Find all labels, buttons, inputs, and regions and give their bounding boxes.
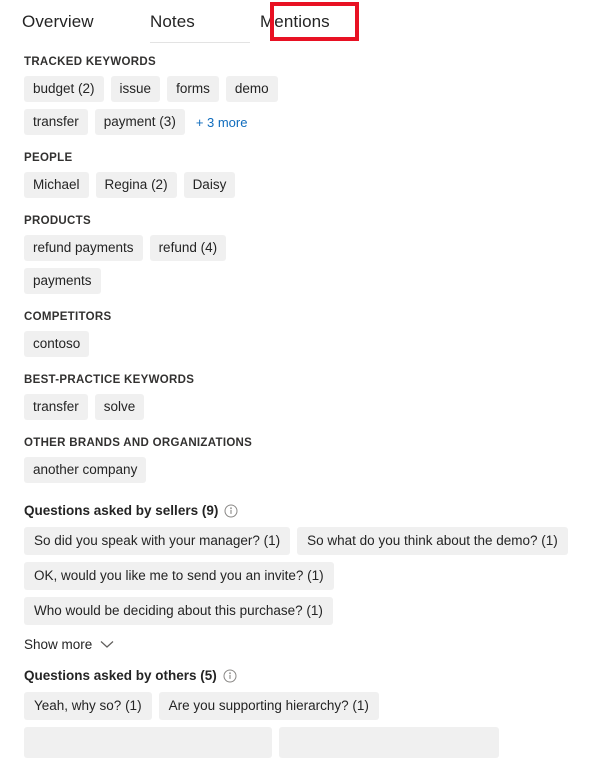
chip-row: another company [24,457,600,483]
show-more-keywords-link[interactable]: + 3 more [192,113,252,132]
section-competitors: COMPETITORS contoso [24,311,600,357]
best-practice-chip[interactable]: solve [94,394,145,420]
tab-strip: Overview Notes Mentions [0,0,600,44]
section-best-practice-keywords: BEST-PRACTICE KEYWORDS transfer solve [24,374,600,420]
section-title: PEOPLE [24,152,73,164]
question-chip[interactable]: So did you speak with your manager? (1) [24,527,291,555]
info-icon[interactable] [224,504,238,518]
tab-notes[interactable]: Notes [150,0,260,44]
chip-row: Yeah, why so? (1) Are you supporting hie… [24,692,600,720]
product-chip[interactable]: payments [24,268,101,294]
best-practice-chip[interactable]: transfer [24,394,88,420]
section-title: OTHER BRANDS AND ORGANIZATIONS [24,437,253,449]
questions-sellers-header: Questions asked by sellers (9) [24,503,600,518]
tab-underline [150,42,250,43]
section-title: TRACKED KEYWORDS [24,56,156,68]
question-chip-partial[interactable] [24,727,272,758]
product-chip[interactable]: refund (4) [149,235,227,261]
show-more-button[interactable]: Show more [24,637,114,652]
question-chip[interactable]: Who would be deciding about this purchas… [24,597,333,625]
section-other-brands: OTHER BRANDS AND ORGANIZATIONS another c… [24,437,600,483]
chip-row: transfer solve [24,394,600,420]
question-chip[interactable]: Are you supporting hierarchy? (1) [158,692,379,720]
questions-asked-by-others: Questions asked by others (5) Yeah, why … [24,668,600,758]
chip-row: So did you speak with your manager? (1) … [24,527,600,555]
question-chip[interactable]: OK, would you like me to send you an inv… [24,562,334,590]
chip-row-clipped [24,727,600,758]
questions-others-header: Questions asked by others (5) [24,668,600,683]
product-chip[interactable]: refund payments [24,235,143,261]
keyword-chip[interactable]: forms [167,76,219,102]
keyword-chip[interactable]: transfer [24,109,88,135]
section-title: BEST-PRACTICE KEYWORDS [24,374,195,386]
chip-row: payments [24,268,600,294]
chip-row: OK, would you like me to send you an inv… [24,562,600,625]
questions-others-title: Questions asked by others (5) [24,668,217,683]
question-chip[interactable]: So what do you think about the demo? (1) [297,527,568,555]
tab-mentions[interactable]: Mentions [260,0,370,44]
section-title: PRODUCTS [24,215,91,227]
question-chip-partial[interactable] [279,727,499,758]
info-icon[interactable] [223,669,237,683]
section-title: COMPETITORS [24,311,112,323]
keyword-chip[interactable]: demo [225,76,278,102]
keyword-chip[interactable]: issue [110,76,161,102]
chip-row: transfer payment (3) + 3 more [24,109,600,135]
section-tracked-keywords: TRACKED KEYWORDS budget (2) issue forms … [24,56,600,135]
chevron-down-icon [100,640,114,649]
questions-asked-by-sellers: Questions asked by sellers (9) So did yo… [24,503,600,654]
show-more-label: Show more [24,637,93,652]
brand-chip[interactable]: another company [24,457,147,483]
tab-overview[interactable]: Overview [22,0,150,44]
person-chip[interactable]: Daisy [183,172,236,198]
keyword-chip[interactable]: budget (2) [24,76,104,102]
person-chip[interactable]: Regina (2) [95,172,177,198]
mentions-panel: TRACKED KEYWORDS budget (2) issue forms … [0,44,600,758]
chip-row: contoso [24,331,600,357]
chip-row: Michael Regina (2) Daisy [24,172,600,198]
competitor-chip[interactable]: contoso [24,331,90,357]
chip-row: refund payments refund (4) [24,235,600,261]
questions-sellers-title: Questions asked by sellers (9) [24,503,219,518]
section-people: PEOPLE Michael Regina (2) Daisy [24,152,600,198]
keyword-chip[interactable]: payment (3) [94,109,185,135]
person-chip[interactable]: Michael [24,172,89,198]
section-products: PRODUCTS refund payments refund (4) paym… [24,215,600,294]
question-chip[interactable]: Yeah, why so? (1) [24,692,152,720]
chip-row: budget (2) issue forms demo [24,76,600,102]
